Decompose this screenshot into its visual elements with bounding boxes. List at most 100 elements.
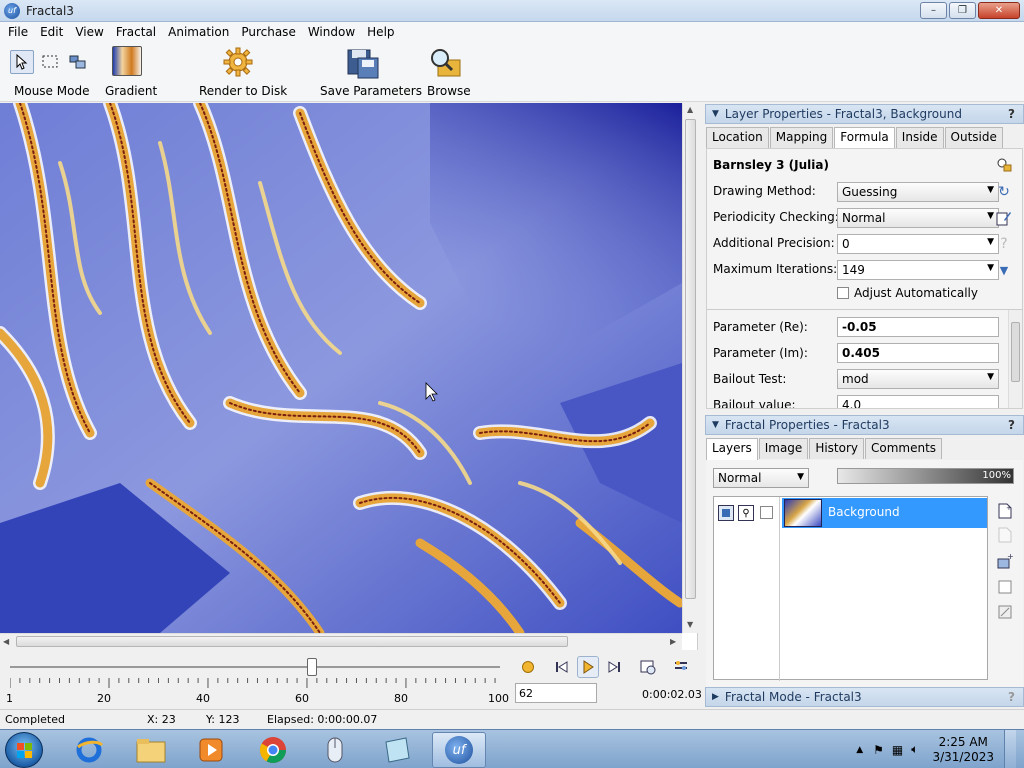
- tab-history[interactable]: History: [809, 438, 865, 459]
- tick-label: 40: [196, 692, 210, 705]
- ultra-fractal-taskbar-icon[interactable]: uf: [432, 732, 486, 768]
- record-keyframe-button[interactable]: [517, 656, 539, 678]
- menu-purchase[interactable]: Purchase: [235, 22, 302, 42]
- tab-location[interactable]: Location: [706, 127, 769, 148]
- layer-thumbnail: [784, 499, 822, 527]
- layer-row[interactable]: ⚲ Background: [714, 497, 987, 529]
- scroll-right-icon[interactable]: ▶: [670, 637, 676, 646]
- chrome-icon[interactable]: [246, 732, 300, 768]
- menu-view[interactable]: View: [69, 22, 109, 42]
- precision-input[interactable]: 0 ▼: [837, 234, 999, 254]
- menu-edit[interactable]: Edit: [34, 22, 69, 42]
- layout-mode-icon[interactable]: [66, 50, 90, 74]
- play-button[interactable]: [577, 656, 599, 678]
- formula-browse-icon[interactable]: [995, 156, 1013, 174]
- delete-layer-icon[interactable]: [996, 603, 1014, 621]
- help-icon[interactable]: ?: [1008, 418, 1015, 432]
- blend-mode-select[interactable]: Normal ▼: [713, 468, 809, 488]
- question-icon[interactable]: ?: [995, 235, 1013, 253]
- layer-lock-checkbox[interactable]: [760, 506, 773, 519]
- param-im-input[interactable]: 0.405: [837, 343, 999, 363]
- horizontal-scroll-thumb[interactable]: [16, 636, 568, 647]
- start-button[interactable]: [5, 732, 43, 768]
- network-icon[interactable]: ▦: [892, 743, 903, 757]
- last-frame-button[interactable]: [603, 656, 625, 678]
- menu-file[interactable]: File: [2, 22, 34, 42]
- fractal-properties-header[interactable]: ▼ Fractal Properties - Fractal3 ?: [705, 415, 1024, 435]
- chevron-down-icon: ▼: [797, 472, 804, 482]
- tab-layers[interactable]: Layers: [706, 438, 758, 460]
- bailout-value-label: Bailout value:: [713, 398, 796, 409]
- tab-comments[interactable]: Comments: [865, 438, 943, 459]
- tab-inside[interactable]: Inside: [895, 127, 944, 148]
- add-mask-icon[interactable]: +: [996, 552, 1014, 570]
- volume-muted-icon[interactable]: 🔈︎: [911, 742, 918, 757]
- edit-formula-icon[interactable]: [995, 209, 1013, 227]
- close-button[interactable]: ✕: [978, 2, 1020, 19]
- save-parameters-button[interactable]: [346, 46, 380, 80]
- param-im-label: Parameter (Im):: [713, 346, 808, 360]
- menu-window[interactable]: Window: [302, 22, 361, 42]
- canvas-vertical-scrollbar[interactable]: ▲ ▼: [682, 103, 698, 633]
- layer-properties-header[interactable]: ▼ Layer Properties - Fractal3, Backgroun…: [705, 104, 1024, 124]
- tab-image[interactable]: Image: [758, 438, 809, 459]
- first-frame-button[interactable]: [551, 656, 573, 678]
- tab-formula[interactable]: Formula: [834, 127, 895, 149]
- current-time-readout: 0:00:02.03: [642, 688, 702, 701]
- param-re-label: Parameter (Re):: [713, 320, 808, 334]
- render-to-disk-button[interactable]: [222, 46, 254, 78]
- show-desktop-button[interactable]: [1004, 730, 1016, 768]
- menu-fractal[interactable]: Fractal: [110, 22, 162, 42]
- tab-mapping[interactable]: Mapping: [769, 127, 834, 148]
- new-layer-icon[interactable]: +: [996, 502, 1014, 520]
- canvas-horizontal-scrollbar[interactable]: ◀ ▶: [0, 633, 682, 650]
- properties-scroll-thumb[interactable]: [1011, 322, 1020, 382]
- file-explorer-icon[interactable]: [124, 732, 178, 768]
- minimize-button[interactable]: –: [920, 2, 947, 19]
- current-frame-input[interactable]: 62: [515, 683, 597, 703]
- action-center-flag-icon[interactable]: ⚑: [873, 743, 884, 757]
- menu-animation[interactable]: Animation: [162, 22, 235, 42]
- fractal-image[interactable]: [0, 103, 682, 633]
- vertical-scroll-thumb[interactable]: [685, 119, 696, 599]
- timeline-slider-thumb[interactable]: [306, 658, 317, 676]
- notepad-icon[interactable]: [370, 732, 424, 768]
- tab-outside[interactable]: Outside: [944, 127, 1003, 148]
- adjust-automatically-checkbox[interactable]: [837, 287, 849, 299]
- bailout-test-select[interactable]: mod ▼: [837, 369, 999, 389]
- drawing-method-select[interactable]: Guessing ▼: [837, 182, 999, 202]
- timeline-options-button[interactable]: [670, 656, 692, 678]
- scroll-left-icon[interactable]: ◀: [3, 637, 9, 646]
- properties-scrollbar[interactable]: [1008, 310, 1022, 408]
- scroll-up-icon[interactable]: ▲: [687, 105, 693, 114]
- refresh-icon[interactable]: ↻: [995, 183, 1013, 201]
- mouse-settings-icon[interactable]: [308, 732, 362, 768]
- duplicate-layer-icon[interactable]: [996, 526, 1014, 544]
- timeline-settings-button[interactable]: [637, 656, 659, 678]
- clock[interactable]: 2:25 AM 3/31/2023: [932, 735, 994, 765]
- max-iterations-input[interactable]: 149 ▼: [837, 260, 999, 280]
- internet-explorer-icon[interactable]: [62, 732, 116, 768]
- select-mode-icon[interactable]: [38, 50, 62, 74]
- show-hidden-icons-icon[interactable]: ▲: [856, 745, 863, 755]
- media-player-icon[interactable]: [184, 732, 238, 768]
- layer-item-background[interactable]: Background: [782, 498, 987, 528]
- browse-button[interactable]: [428, 46, 462, 80]
- help-icon[interactable]: ?: [1008, 690, 1015, 704]
- layer-zoom-icon[interactable]: ⚲: [738, 505, 754, 521]
- expand-triangle-icon[interactable]: ▼: [995, 261, 1013, 279]
- scroll-down-icon[interactable]: ▼: [687, 620, 693, 629]
- merge-layer-icon[interactable]: [996, 578, 1014, 596]
- fractal-mode-header[interactable]: ▶ Fractal Mode - Fractal3 ?: [705, 687, 1024, 707]
- menu-help[interactable]: Help: [361, 22, 400, 42]
- pointer-mode-icon[interactable]: [10, 50, 34, 74]
- timeline-track[interactable]: [10, 666, 500, 668]
- opacity-slider[interactable]: 100%: [837, 468, 1014, 484]
- gradient-button[interactable]: [112, 46, 142, 76]
- param-re-input[interactable]: -0.05: [837, 317, 999, 337]
- layer-visibility-icon[interactable]: [718, 505, 734, 521]
- bailout-value-input[interactable]: 4.0: [837, 395, 999, 408]
- periodicity-select[interactable]: Normal ▼: [837, 208, 999, 228]
- help-icon[interactable]: ?: [1008, 107, 1015, 121]
- maximize-button[interactable]: ❐: [949, 2, 976, 19]
